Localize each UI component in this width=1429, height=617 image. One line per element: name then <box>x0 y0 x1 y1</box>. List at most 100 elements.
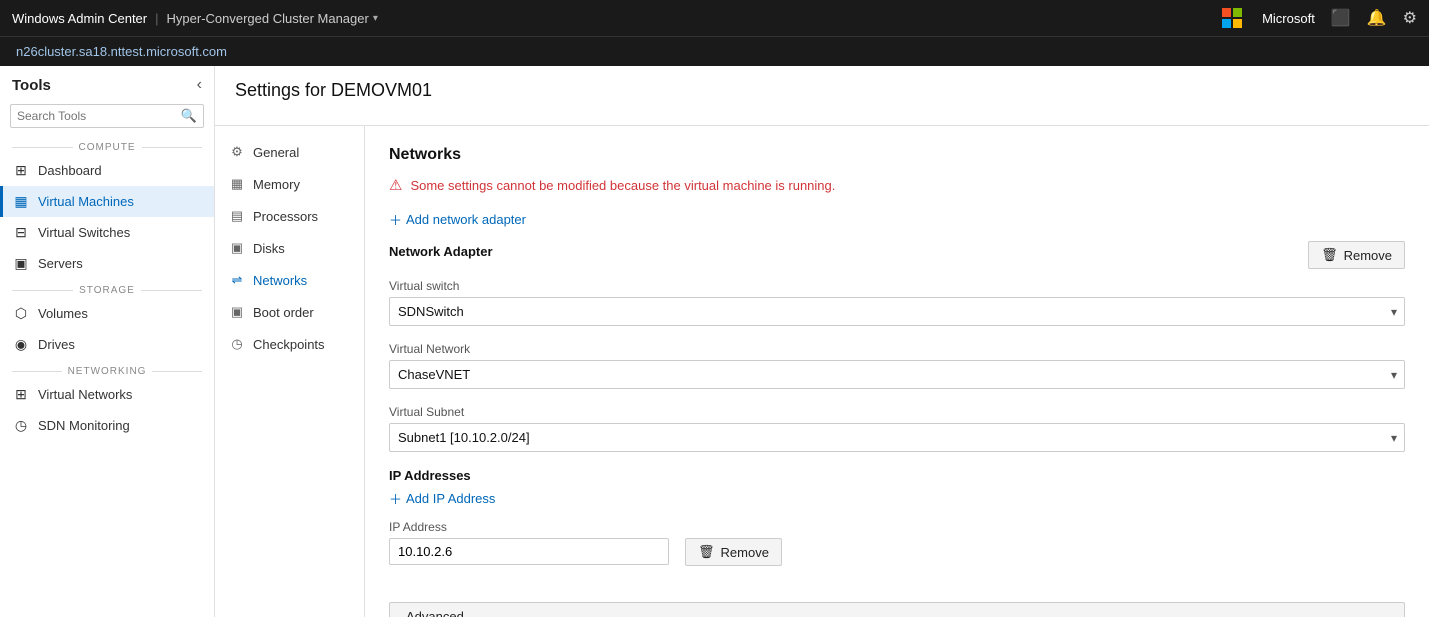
subnav-item-processors[interactable]: ▤ Processors <box>215 200 364 232</box>
add-adapter-label: Add network adapter <box>406 212 526 227</box>
sidebar-item-virtual-machines[interactable]: ▦ Virtual Machines <box>0 186 214 217</box>
remove-ip-label: Remove <box>721 545 769 560</box>
cluster-dropdown-icon: ▾ <box>373 13 378 24</box>
subnav-label: Processors <box>253 209 318 224</box>
servers-icon: ▣ <box>12 255 30 272</box>
topbar: Windows Admin Center | Hyper-Converged C… <box>0 0 1429 36</box>
adapter-header: Network Adapter 🗑 Remove <box>389 241 1405 269</box>
topbar-separator: | <box>155 11 158 26</box>
topbar-right: Microsoft ⬛ 🔔 ⚙ <box>1222 8 1417 28</box>
sidebar-item-label: Volumes <box>38 306 88 321</box>
subnav-item-disks[interactable]: ▣ Disks <box>215 232 364 264</box>
warning-icon: ⚠ <box>389 176 402 194</box>
virtual-subnet-dropdown-wrapper: Subnet1 [10.10.2.0/24] ▾ <box>389 423 1405 452</box>
virtual-network-field: Virtual Network ChaseVNET ▾ <box>389 342 1405 389</box>
checkpoints-icon: ◷ <box>229 336 245 352</box>
warning-bar: ⚠ Some settings cannot be modified becau… <box>389 176 1405 194</box>
add-ip-address-link[interactable]: ＋ Add IP Address <box>389 489 1405 508</box>
subnav-item-memory[interactable]: ▦ Memory <box>215 168 364 200</box>
cluster-name: n26cluster.sa18.nttest.microsoft.com <box>16 44 227 59</box>
sidebar-item-dashboard[interactable]: ⊞ Dashboard <box>0 155 214 186</box>
virtual-switch-dropdown-wrapper: SDNSwitch ▾ <box>389 297 1405 326</box>
sidebar-item-label: Drives <box>38 337 75 352</box>
sidebar-item-sdn-monitoring[interactable]: ◷ SDN Monitoring <box>0 410 214 441</box>
subnav-label: General <box>253 145 299 160</box>
subnav-item-networks[interactable]: ⇌ Networks <box>215 264 364 296</box>
add-ip-label: Add IP Address <box>406 491 495 506</box>
virtual-switch-select[interactable]: SDNSwitch <box>389 297 1405 326</box>
networks-icon: ⇌ <box>229 272 245 288</box>
sidebar-title: Tools <box>12 77 51 94</box>
networks-heading: Networks <box>389 146 1405 164</box>
add-network-adapter-link[interactable]: ＋ Add network adapter <box>389 210 1405 229</box>
general-icon: ⚙ <box>229 144 245 160</box>
ip-address-input[interactable] <box>389 538 669 565</box>
remove-adapter-label: Remove <box>1344 248 1392 263</box>
sidebar-item-label: Virtual Machines <box>38 194 134 209</box>
adapter-block: Network Adapter 🗑 Remove Virtual switch … <box>389 241 1405 578</box>
virtual-switch-field: Virtual switch SDNSwitch ▾ <box>389 279 1405 326</box>
processors-icon: ▤ <box>229 208 245 224</box>
boot-order-icon: ▣ <box>229 304 245 320</box>
app-name: Windows Admin Center <box>12 11 147 26</box>
sidebar-item-label: Dashboard <box>38 163 102 178</box>
sidebar-item-volumes[interactable]: ⬡ Volumes <box>0 298 214 329</box>
virtual-switch-label: Virtual switch <box>389 279 1405 293</box>
subnav-label: Disks <box>253 241 285 256</box>
subnav-label: Checkpoints <box>253 337 325 352</box>
sidebar-collapse-button[interactable]: ‹ <box>197 76 202 94</box>
panel-inner: Networks ⚠ Some settings cannot be modif… <box>389 146 1405 617</box>
section-networking: Networking <box>0 360 214 379</box>
main-panel: Networks ⚠ Some settings cannot be modif… <box>365 126 1429 617</box>
virtual-network-select[interactable]: ChaseVNET <box>389 360 1405 389</box>
subnav-item-general[interactable]: ⚙ General <box>215 136 364 168</box>
volumes-icon: ⬡ <box>12 305 30 322</box>
sidebar-item-virtual-networks[interactable]: ⊞ Virtual Networks <box>0 379 214 410</box>
virtual-subnet-select[interactable]: Subnet1 [10.10.2.0/24] <box>389 423 1405 452</box>
memory-icon: ▦ <box>229 176 245 192</box>
section-compute: Compute <box>0 136 214 155</box>
drives-icon: ◉ <box>12 336 30 353</box>
sidebar-item-drives[interactable]: ◉ Drives <box>0 329 214 360</box>
ip-field-label: IP Address <box>389 520 669 534</box>
ip-addresses-section: IP Addresses ＋ Add IP Address IP Address <box>389 468 1405 566</box>
sidebar-item-label: Virtual Networks <box>38 387 132 402</box>
advanced-label: Advanced <box>406 609 464 617</box>
search-box[interactable]: 🔍 <box>10 104 204 128</box>
remove-adapter-button[interactable]: 🗑 Remove <box>1308 241 1405 269</box>
add-ip-icon: ＋ <box>389 489 402 508</box>
sidebar-item-servers[interactable]: ▣ Servers <box>0 248 214 279</box>
sidebar-header: Tools ‹ <box>0 66 214 100</box>
virtual-switches-icon: ⊟ <box>12 224 30 241</box>
content-row: ⚙ General ▦ Memory ▤ Processors ▣ Disks … <box>215 126 1429 617</box>
sidebar-item-label: Virtual Switches <box>38 225 130 240</box>
sdn-monitoring-icon: ◷ <box>12 417 30 434</box>
virtual-machines-icon: ▦ <box>12 193 30 210</box>
remove-ip-button[interactable]: 🗑 Remove <box>685 538 782 566</box>
ip-addresses-label: IP Addresses <box>389 468 1405 483</box>
screen-icon[interactable]: ⬛ <box>1331 8 1351 28</box>
section-storage: Storage <box>0 279 214 298</box>
virtual-subnet-label: Virtual Subnet <box>389 405 1405 419</box>
sidebar-item-label: Servers <box>38 256 83 271</box>
sidebar-item-label: SDN Monitoring <box>38 418 130 433</box>
notification-icon[interactable]: 🔔 <box>1367 8 1387 28</box>
advanced-button[interactable]: Advanced <box>389 602 1405 617</box>
ip-row: IP Address 🗑 Remove <box>389 520 1405 566</box>
sidebar-item-virtual-switches[interactable]: ⊟ Virtual Switches <box>0 217 214 248</box>
trash-ip-icon: 🗑 <box>698 544 715 560</box>
ip-field-group: IP Address <box>389 520 669 565</box>
search-icon: 🔍 <box>181 108 197 124</box>
subnav-item-boot-order[interactable]: ▣ Boot order <box>215 296 364 328</box>
cluster-manager[interactable]: Hyper-Converged Cluster Manager ▾ <box>167 11 378 26</box>
trash-icon: 🗑 <box>1321 247 1338 263</box>
subnav-label: Networks <box>253 273 307 288</box>
microsoft-logo <box>1222 8 1242 28</box>
microsoft-label: Microsoft <box>1262 11 1315 26</box>
subnav-item-checkpoints[interactable]: ◷ Checkpoints <box>215 328 364 360</box>
warning-text: Some settings cannot be modified because… <box>410 178 835 193</box>
settings-icon[interactable]: ⚙ <box>1403 8 1417 28</box>
disks-icon: ▣ <box>229 240 245 256</box>
search-input[interactable] <box>17 109 181 123</box>
settings-header: Settings for DEMOVM01 <box>215 66 1429 126</box>
